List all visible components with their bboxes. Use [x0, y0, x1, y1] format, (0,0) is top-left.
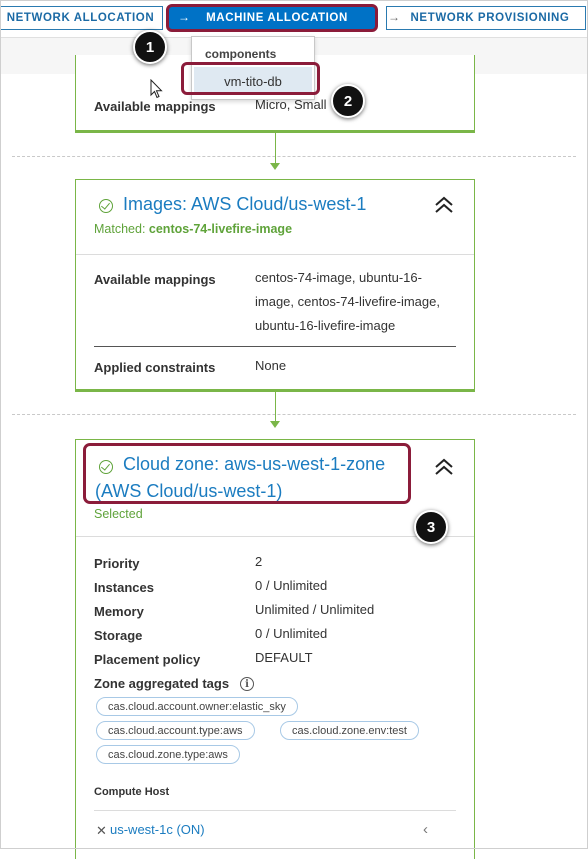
connector-line [275, 133, 276, 164]
memory-value: Unlimited / Unlimited [255, 602, 375, 617]
available-mappings-label: Available mappings [94, 272, 216, 287]
matched-prefix: Matched: [94, 222, 146, 236]
tag-pill: cas.cloud.account.owner:elastic_sky [96, 697, 298, 716]
tab-network-allocation[interactable]: NETWORK ALLOCATION [0, 6, 163, 30]
tab-network-provisioning-label: NETWORK PROVISIONING [410, 12, 570, 24]
storage-value: 0 / Unlimited [255, 626, 328, 641]
applied-constraints-value: None [255, 358, 287, 373]
tag-pill: cas.cloud.zone.type:aws [96, 745, 240, 764]
available-mappings-line: centos-74-image, ubuntu-16- [255, 270, 422, 285]
card-divider [76, 536, 474, 537]
applied-constraints-label: Applied constraints [94, 360, 216, 375]
tag-pill: cas.cloud.account.type:aws [96, 721, 255, 740]
machine-allocation-highlight [166, 4, 378, 32]
connector-arrow-icon [270, 163, 280, 170]
dropdown-label: components [205, 47, 277, 61]
compute-host-link[interactable]: us-west-1c (ON) [110, 822, 205, 837]
chevron-left-icon[interactable]: ‹ [423, 821, 428, 838]
tag-pill: cas.cloud.zone.env:test [280, 721, 419, 740]
placement-policy-value: DEFAULT [255, 650, 313, 665]
priority-label: Priority [94, 556, 140, 571]
matched-value: centos-74-livefire-image [148, 222, 293, 236]
zone-tags-label: Zone aggregated tags [94, 676, 230, 691]
images-card: Images: AWS Cloud/us-west-1 Matched: cen… [75, 179, 475, 392]
row-divider [94, 346, 456, 347]
collapse-icon[interactable] [433, 194, 455, 216]
info-icon[interactable]: i [240, 677, 254, 691]
collapse-icon[interactable] [433, 456, 455, 478]
step-badge: 3 [414, 510, 448, 544]
section-separator [12, 156, 576, 157]
card-divider [76, 254, 474, 255]
step-badge: 2 [331, 84, 365, 118]
mouse-cursor-icon [150, 79, 163, 99]
instances-value: 0 / Unlimited [255, 578, 328, 593]
available-mappings-line: image, centos-74-livefire-image, [255, 294, 440, 309]
tab-network-provisioning[interactable]: NETWORK PROVISIONING [386, 6, 586, 30]
step-badge: 1 [133, 30, 167, 64]
storage-label: Storage [94, 628, 143, 643]
memory-label: Memory [94, 604, 144, 619]
selected-status: Selected [94, 507, 143, 521]
instances-label: Instances [94, 580, 154, 595]
available-mappings-line: ubuntu-16-livefire-image [255, 318, 396, 333]
connector-arrow-icon [270, 421, 280, 428]
available-mappings-label: Available mappings [94, 99, 216, 114]
connector-line [275, 392, 276, 422]
cloud-zone-title-highlight [83, 443, 411, 504]
priority-value: 2 [255, 554, 263, 569]
placement-policy-label: Placement policy [94, 652, 201, 667]
close-icon[interactable]: ✕ [96, 823, 107, 839]
arrow-right-icon: → [388, 10, 400, 24]
matched-text: Matched: centos-74-livefire-image [94, 222, 292, 236]
compute-host-label: Compute Host [94, 786, 170, 798]
images-card-title: Images: AWS Cloud/us-west-1 [123, 194, 367, 214]
dropdown-item-highlight [181, 62, 320, 95]
check-circle-icon [99, 199, 113, 213]
row-divider [94, 810, 456, 811]
section-separator [12, 414, 576, 415]
